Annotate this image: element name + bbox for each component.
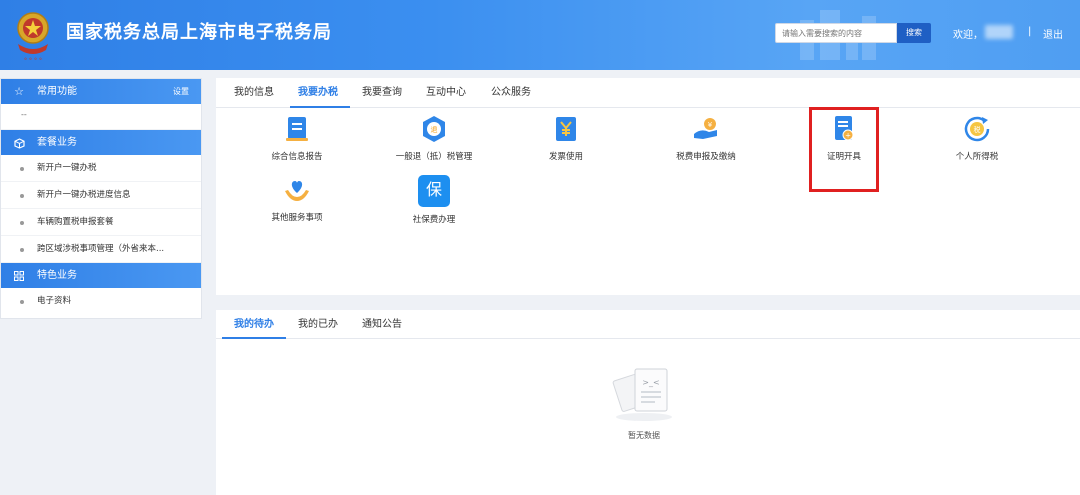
func-invoice[interactable]: 发票使用: [541, 114, 591, 162]
site-title: 国家税务总局上海市电子税务局: [66, 22, 332, 43]
tab-my-done[interactable]: 我的已办: [298, 310, 338, 339]
tax-payment-icon: ¥: [694, 118, 717, 139]
sidebar-item-vehicle-tax[interactable]: 车辆购置税申报套餐: [1, 209, 201, 236]
tab-query[interactable]: 我要查询: [362, 78, 402, 108]
active-todo-underline: [222, 337, 286, 339]
sidebar-item-new-account-progress[interactable]: 新开户一键办税进度信息: [1, 182, 201, 209]
report-icon: [286, 117, 308, 141]
func-other-services[interactable]: 其他服务事项: [266, 175, 328, 223]
bullet-dot: [20, 248, 24, 252]
sidebar-item-cross-region[interactable]: 跨区域涉税事项管理（外省来本...: [1, 236, 201, 263]
invoice-icon: [556, 117, 576, 141]
active-tab-underline: [290, 106, 350, 108]
common-empty-placeholder: --: [1, 104, 201, 130]
func-label: 其他服务事项: [271, 213, 323, 223]
sidebar: ☆ 常用功能 设置 -- 套餐业务 新开户一键办税 新开户一键办税进度信息 车辆…: [0, 78, 202, 319]
logout-link[interactable]: 退出: [1043, 26, 1063, 41]
todo-tabs: 我的待办 我的已办 通知公告: [216, 310, 1080, 339]
social-security-icon: 保: [418, 175, 450, 207]
header-separator: |: [1028, 26, 1032, 37]
sidebar-section-label: 特色业务: [37, 270, 77, 281]
bullet-dot: [20, 221, 24, 225]
func-social-security[interactable]: 保 社保费办理: [409, 175, 459, 225]
svg-text:⚬⚬⚬⚬: ⚬⚬⚬⚬: [23, 56, 43, 62]
sidebar-item-label: 车辆购置税申报套餐: [37, 217, 114, 227]
sidebar-section-package[interactable]: 套餐业务: [1, 130, 201, 155]
tab-interaction[interactable]: 互动中心: [426, 78, 466, 108]
sidebar-section-label: 常用功能: [37, 86, 77, 97]
sidebar-section-label: 套餐业务: [37, 137, 77, 148]
tax-emblem-logo: ⚬⚬⚬⚬: [17, 12, 49, 62]
svg-text:退: 退: [431, 125, 438, 134]
bullet-dot: [20, 194, 24, 198]
heart-hands-icon: [285, 181, 309, 201]
func-tax-payment[interactable]: ¥ 税费申报及缴纳: [670, 114, 742, 162]
sidebar-item-label: 新开户一键办税进度信息: [37, 190, 131, 200]
sidebar-section-common[interactable]: ☆ 常用功能 设置: [1, 79, 201, 104]
sidebar-item-new-account[interactable]: 新开户一键办税: [1, 155, 201, 182]
tax-services-panel: 我的信息 我要办税 我要查询 互动中心 公众服务 综合信息报告 退 一般退（抵）…: [216, 78, 1080, 295]
sidebar-section-special[interactable]: 特色业务: [1, 263, 201, 288]
func-label: 发票使用: [548, 152, 583, 162]
svg-text:>_<: >_<: [642, 378, 659, 387]
tab-my-info[interactable]: 我的信息: [234, 78, 274, 108]
tab-my-todo[interactable]: 我的待办: [234, 310, 274, 339]
tab-notices[interactable]: 通知公告: [362, 310, 402, 339]
func-label: 社保费办理: [412, 215, 456, 225]
search-input[interactable]: [775, 23, 897, 43]
tax-refund-icon: 退: [423, 116, 445, 142]
personal-tax-icon: 税: [964, 116, 990, 142]
bullet-dot: [20, 167, 24, 171]
search-button[interactable]: 搜索: [897, 23, 931, 43]
func-label: 个人所得税: [955, 152, 999, 162]
settings-link[interactable]: 设置: [173, 79, 189, 104]
user-name-blurred: [985, 25, 1013, 39]
main-tabs: 我的信息 我要办税 我要查询 互动中心 公众服务: [216, 78, 1080, 108]
grid-icon: [12, 263, 26, 288]
empty-document-icon: >_<: [612, 368, 672, 421]
empty-state: >_< 暂无数据: [609, 365, 679, 441]
sidebar-item-label: 跨区域涉税事项管理（外省来本...: [37, 244, 165, 254]
func-label: 综合信息报告: [271, 152, 323, 162]
func-label: 税费申报及缴纳: [676, 152, 736, 162]
box-icon: [12, 130, 26, 155]
tab-do-tax[interactable]: 我要办税: [298, 78, 338, 108]
func-personal-tax[interactable]: 税 个人所得税: [949, 114, 1005, 162]
highlight-box: [809, 107, 879, 192]
bullet-dot: [20, 300, 24, 304]
star-icon: ☆: [14, 85, 24, 98]
sidebar-item-e-documents[interactable]: 电子资料: [1, 288, 201, 315]
todo-panel: 我的待办 我的已办 通知公告 >_< 暂无数据: [216, 310, 1080, 495]
svg-text:¥: ¥: [708, 121, 713, 129]
top-header: ⚬⚬⚬⚬ 国家税务总局上海市电子税务局 搜索 欢迎， | 退出: [0, 0, 1080, 70]
svg-text:税: 税: [974, 125, 981, 134]
sidebar-item-label: 新开户一键办税: [37, 163, 97, 173]
func-label: 一般退（抵）税管理: [395, 152, 473, 162]
welcome-text: 欢迎，: [953, 30, 983, 41]
tab-public-service[interactable]: 公众服务: [491, 78, 531, 108]
func-tax-refund[interactable]: 退 一般退（抵）税管理: [394, 114, 474, 162]
func-info-report[interactable]: 综合信息报告: [266, 114, 328, 162]
empty-state-text: 暂无数据: [628, 431, 660, 440]
sidebar-item-label: 电子资料: [37, 296, 72, 306]
